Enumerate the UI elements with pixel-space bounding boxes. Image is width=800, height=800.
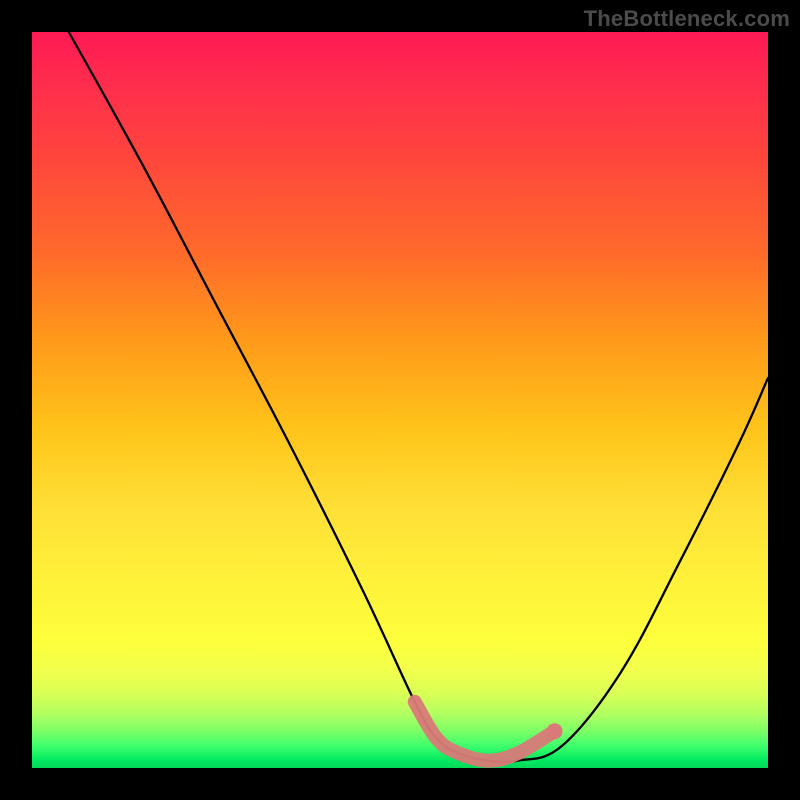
plot-area: [32, 32, 768, 768]
highlight-path: [415, 702, 555, 761]
chart-svg: [32, 32, 768, 768]
black-curve: [69, 32, 768, 762]
highlight-band: [415, 702, 563, 761]
curve-path: [69, 32, 768, 762]
watermark-text: TheBottleneck.com: [584, 6, 790, 32]
highlight-end-dot: [547, 723, 563, 739]
chart-frame: TheBottleneck.com: [0, 0, 800, 800]
